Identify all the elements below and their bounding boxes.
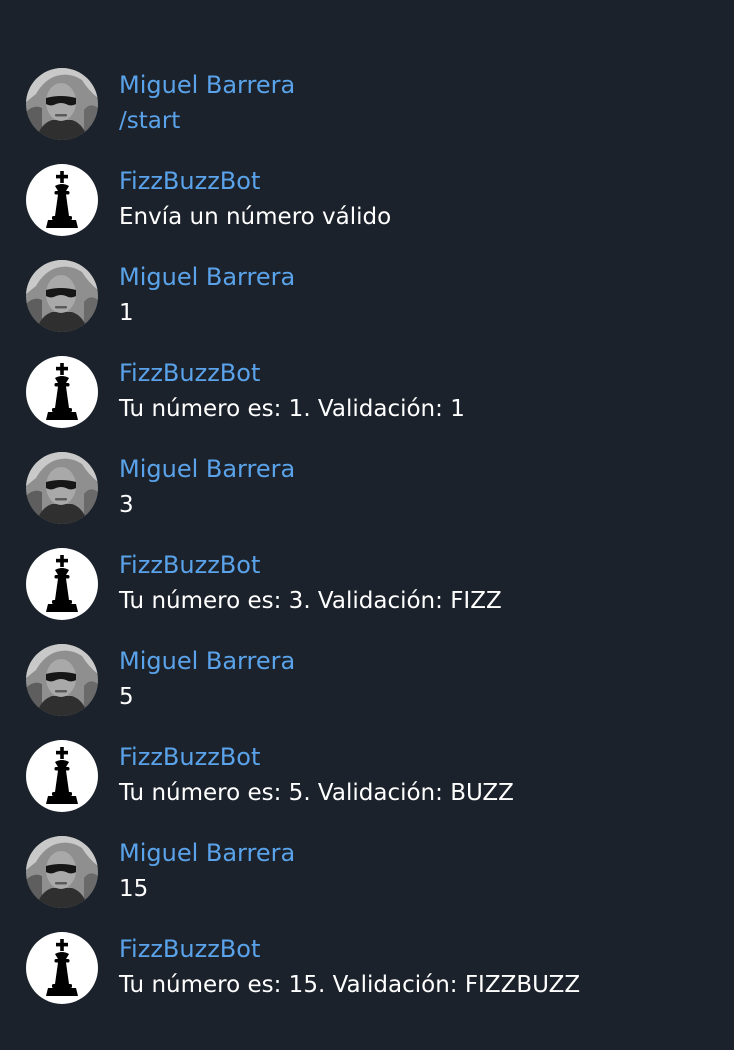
message-text: 3 bbox=[119, 492, 134, 518]
user-photo-icon[interactable] bbox=[26, 452, 98, 524]
message-row: Miguel Barrera 3 bbox=[26, 452, 716, 524]
chat-history: Miguel Barrera /start FizzBuzzBot Envía … bbox=[0, 0, 734, 1050]
message-sender[interactable]: Miguel Barrera bbox=[119, 70, 295, 100]
user-photo-icon[interactable] bbox=[26, 836, 98, 908]
message-sender[interactable]: FizzBuzzBot bbox=[119, 358, 260, 388]
message-text: 5 bbox=[119, 684, 134, 710]
user-photo-icon[interactable] bbox=[26, 644, 98, 716]
message-sender[interactable]: FizzBuzzBot bbox=[119, 550, 260, 580]
user-photo-icon[interactable] bbox=[26, 260, 98, 332]
message-sender[interactable]: FizzBuzzBot bbox=[119, 934, 260, 964]
chess-king-icon[interactable] bbox=[26, 356, 98, 428]
message-sender[interactable]: FizzBuzzBot bbox=[119, 166, 260, 196]
message-text: Tu número es: 3. Validación: FIZZ bbox=[119, 588, 502, 614]
message-text: 15 bbox=[119, 876, 149, 902]
message-command[interactable]: /start bbox=[119, 106, 180, 136]
message-text: Tu número es: 1. Validación: 1 bbox=[119, 396, 465, 422]
message-row: Miguel Barrera /start bbox=[26, 68, 716, 140]
message-row: Miguel Barrera 15 bbox=[26, 836, 716, 908]
chess-king-icon[interactable] bbox=[26, 932, 98, 1004]
message-sender[interactable]: Miguel Barrera bbox=[119, 262, 295, 292]
message-text: Tu número es: 5. Validación: BUZZ bbox=[119, 780, 514, 806]
user-photo-icon[interactable] bbox=[26, 68, 98, 140]
message-row: Miguel Barrera 5 bbox=[26, 644, 716, 716]
message-text: Envía un número válido bbox=[119, 204, 392, 230]
message-sender[interactable]: FizzBuzzBot bbox=[119, 742, 260, 772]
message-row: FizzBuzzBot Tu número es: 5. Validación:… bbox=[26, 740, 716, 812]
message-row: FizzBuzzBot Tu número es: 3. Validación:… bbox=[26, 548, 716, 620]
chess-king-icon[interactable] bbox=[26, 740, 98, 812]
message-sender[interactable]: Miguel Barrera bbox=[119, 838, 295, 868]
chess-king-icon[interactable] bbox=[26, 164, 98, 236]
message-sender[interactable]: Miguel Barrera bbox=[119, 646, 295, 676]
message-sender[interactable]: Miguel Barrera bbox=[119, 454, 295, 484]
message-text: Tu número es: 15. Validación: FIZZBUZZ bbox=[119, 972, 581, 998]
message-row: FizzBuzzBot Tu número es: 15. Validación… bbox=[26, 932, 716, 1004]
message-row: FizzBuzzBot Tu número es: 1. Validación:… bbox=[26, 356, 716, 428]
message-text: 1 bbox=[119, 300, 134, 326]
message-row: FizzBuzzBot Envía un número válido bbox=[26, 164, 716, 236]
chess-king-icon[interactable] bbox=[26, 548, 98, 620]
message-row: Miguel Barrera 1 bbox=[26, 260, 716, 332]
